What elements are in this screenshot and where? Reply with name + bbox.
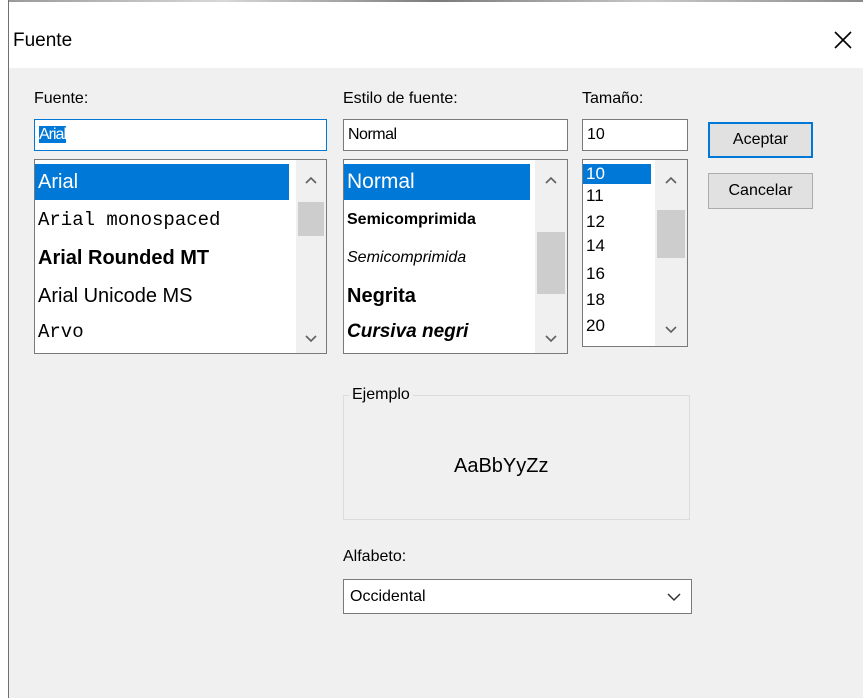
font-list-item[interactable]: Arvo [35, 314, 84, 350]
size-list-item[interactable]: 10 [583, 164, 651, 184]
scroll-thumb[interactable] [298, 202, 324, 236]
cancel-button[interactable]: Cancelar [708, 173, 813, 209]
font-name-input[interactable]: Arial [34, 119, 327, 151]
font-list-item[interactable]: Arial Unicode MS [35, 278, 193, 314]
scroll-up-icon[interactable] [535, 170, 567, 190]
script-label: Alfabeto: [343, 548, 407, 565]
font-style-input[interactable]: Normal [343, 119, 568, 151]
style-list-item[interactable]: Negrita [344, 278, 416, 314]
font-size-input[interactable]: 10 [582, 119, 688, 151]
chevron-down-icon [667, 580, 681, 625]
sample-group-title: Ejemplo [349, 386, 413, 404]
style-label: Estilo de fuente: [343, 90, 458, 107]
size-list-scrollbar[interactable] [655, 160, 687, 346]
title-bar: Fuente [9, 0, 863, 68]
scroll-up-icon[interactable] [655, 170, 687, 190]
size-list-item[interactable]: 12 [583, 212, 605, 232]
font-label: Fuente: [34, 90, 89, 107]
size-list-item[interactable]: 11 [583, 186, 604, 206]
sample-text: AaBbYyZz [454, 455, 549, 477]
scroll-thumb[interactable] [537, 232, 565, 294]
style-list-item[interactable]: Semicomprimida [344, 202, 476, 238]
dialog-title: Fuente [13, 30, 73, 51]
style-list-item[interactable]: Normal [344, 164, 530, 200]
style-list-item[interactable]: Semicomprimida [344, 240, 466, 276]
size-label: Tamaño: [582, 90, 644, 107]
size-list-item[interactable]: 20 [583, 316, 605, 336]
script-dropdown[interactable]: Occidental [343, 579, 692, 614]
scroll-down-icon[interactable] [535, 329, 567, 349]
font-name-value: Arial [39, 126, 67, 143]
font-style-list[interactable]: Normal Semicomprimida Semicomprimida Neg… [343, 159, 568, 354]
close-icon[interactable] [831, 28, 855, 52]
size-list-item[interactable]: 14 [583, 236, 605, 256]
font-size-list[interactable]: 10 11 12 14 16 18 20 [582, 159, 688, 347]
script-value: Occidental [350, 588, 426, 605]
style-list-item[interactable]: Cursiva negri [344, 314, 468, 350]
window-top-edge [9, 0, 863, 2]
font-list[interactable]: Arial Arial monospaced Arial Rounded MT … [34, 159, 327, 354]
font-dialog: Fuente Fuente: Arial Arial Arial monospa… [8, 0, 863, 698]
scroll-up-icon[interactable] [296, 170, 326, 190]
size-list-item[interactable]: 18 [583, 290, 605, 310]
font-list-item[interactable]: Arial monospaced [35, 202, 220, 238]
font-list-scrollbar[interactable] [296, 160, 326, 353]
accept-button[interactable]: Aceptar [708, 122, 813, 158]
scroll-down-icon[interactable] [655, 320, 687, 340]
font-list-item[interactable]: Arial [35, 164, 289, 200]
style-list-scrollbar[interactable] [535, 160, 567, 353]
scroll-thumb[interactable] [657, 210, 685, 258]
font-list-item[interactable]: Arial Rounded MT [35, 240, 209, 276]
size-list-item[interactable]: 16 [583, 264, 605, 284]
scroll-down-icon[interactable] [296, 329, 326, 349]
